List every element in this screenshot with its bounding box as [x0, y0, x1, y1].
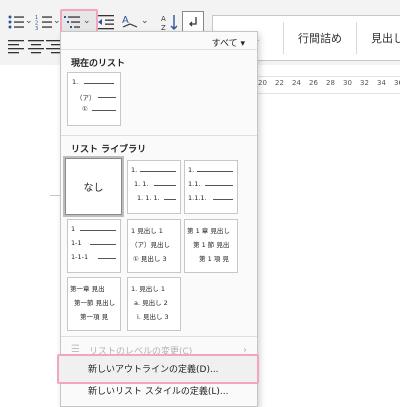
list-line: [98, 258, 116, 259]
list-library-item[interactable]: 第一章 見出 第一節 見出し 第一項 見: [67, 277, 121, 331]
ruler-tick: 34: [377, 79, 386, 87]
bullets-icon[interactable]: [6, 12, 26, 32]
list-level-label: 1-1-1: [71, 253, 89, 261]
list-line: [90, 244, 116, 245]
list-line: [164, 199, 176, 200]
list-library-item[interactable]: 1. 1. 1. 1. 1. 1.: [127, 160, 181, 214]
list-level-label: 1-1: [71, 239, 82, 247]
list-level-label: 1.: [72, 78, 79, 86]
list-level-label: （ア）: [76, 94, 96, 102]
svg-text:A: A: [161, 15, 166, 23]
list-level-label: 第 1 章 見出し: [187, 227, 230, 235]
list-line: [205, 185, 233, 186]
decrease-indent-icon[interactable]: [96, 12, 116, 32]
list-level-label: 1: [71, 225, 76, 233]
list-level-label: 1.: [188, 166, 195, 174]
divider: [61, 49, 257, 50]
list-line: [92, 110, 116, 111]
list-level-label: 第一節 見出し: [74, 299, 116, 307]
list-level-label: （ア）見出し: [131, 241, 170, 249]
ruler-tick: 22: [275, 79, 284, 87]
list-none-label: なし: [83, 183, 104, 194]
divider: [61, 135, 257, 136]
multilevel-list-dropdown: すべて ▾ 現在のリスト 1. （ア） ① リスト ライブラリ なし 1. 1.…: [60, 31, 258, 407]
style-heading[interactable]: 見出し: [357, 16, 400, 60]
list-line: [140, 171, 176, 172]
list-level-label: 1.: [131, 166, 138, 174]
bullets-dropdown-icon[interactable]: ⌄: [25, 16, 33, 26]
multilevel-dropdown-icon[interactable]: ⌄: [83, 16, 91, 26]
list-level-label: 1. 1. 1.: [137, 194, 160, 202]
define-new-list-style-item[interactable]: 新しいリスト スタイルの定義(L)...: [60, 380, 256, 400]
chevron-down-icon: ▾: [240, 39, 245, 49]
ruler-tick: 36: [394, 79, 400, 87]
list-library-item[interactable]: 1 見出し 1 （ア）見出し ① 見出し 3: [127, 219, 181, 273]
show-formatting-marks-icon[interactable]: [182, 11, 204, 33]
ruler-tick: 26: [309, 79, 318, 87]
define-new-multilevel-list-label: 新しいアウトラインの定義(D)...: [88, 365, 219, 375]
list-line: [84, 83, 114, 84]
list-filter-label: すべて: [211, 39, 238, 49]
list-level-label: ① 見出し 3: [133, 255, 167, 263]
list-library-item[interactable]: 第 1 章 見出し 第 1 節 見出 第 1 項 見: [184, 219, 238, 273]
list-level-label: 1.1.: [188, 180, 201, 188]
list-none-option[interactable]: なし: [63, 156, 124, 217]
list-level-label: i. 見出し 3: [137, 313, 169, 321]
multilevel-list-icon[interactable]: [63, 12, 83, 32]
divider: [61, 336, 257, 337]
asian-layout-dropdown-icon[interactable]: ⌄: [141, 16, 149, 26]
style-no-spacing[interactable]: 行間詰め: [284, 16, 356, 60]
ruler-tick: 20: [258, 79, 267, 87]
list-level-label: 1. 見出し 1: [131, 285, 165, 293]
list-library-item[interactable]: 1. 見出し 1 a. 見出し 2 i. 見出し 3: [127, 277, 181, 331]
list-line: [213, 199, 233, 200]
horizontal-ruler[interactable]: 20 22 24 26 28 30 32 34 36: [250, 76, 400, 94]
define-new-list-style-label: 新しいリスト スタイルの定義(L)...: [88, 386, 229, 397]
list-line: [80, 230, 116, 231]
numbering-icon[interactable]: 123: [34, 12, 54, 32]
sort-icon[interactable]: AZ: [160, 12, 180, 32]
list-library-item[interactable]: 1. 1.1. 1.1.1.: [184, 160, 238, 214]
align-center-icon[interactable]: [26, 37, 46, 57]
current-list-heading: 現在のリスト: [71, 59, 126, 69]
list-line: [98, 97, 116, 98]
list-library-item[interactable]: 1 1-1 1-1-1: [67, 219, 121, 273]
ruler-tick: 28: [326, 79, 335, 87]
list-level-label: ①: [82, 105, 88, 113]
list-level-label: 第 1 節 見出: [193, 241, 230, 249]
list-level-label: 1.1.1.: [188, 194, 207, 202]
ruler-tick: 24: [292, 79, 301, 87]
list-filter-dropdown[interactable]: すべて ▾: [212, 36, 245, 49]
asian-layout-icon[interactable]: A: [120, 12, 140, 32]
list-line: [197, 171, 233, 172]
svg-text:3: 3: [35, 26, 38, 32]
list-level-label: 第一項 見: [80, 313, 109, 321]
list-level-label: 1 見出し 1: [131, 227, 163, 235]
list-library-heading: リスト ライブラリ: [71, 145, 147, 155]
list-level-label: 第一章 見出: [70, 285, 105, 293]
ruler-tick: 30: [343, 79, 352, 87]
list-level-label: 1. 1.: [134, 180, 149, 188]
ruler-tick: 32: [360, 79, 369, 87]
list-level-label: a. 見出し 2: [134, 299, 168, 307]
align-left-icon[interactable]: [6, 37, 26, 57]
list-line: [154, 185, 176, 186]
current-list-thumbnail[interactable]: 1. （ア） ①: [67, 72, 121, 126]
list-level-label: 第 1 項 見: [199, 255, 229, 263]
